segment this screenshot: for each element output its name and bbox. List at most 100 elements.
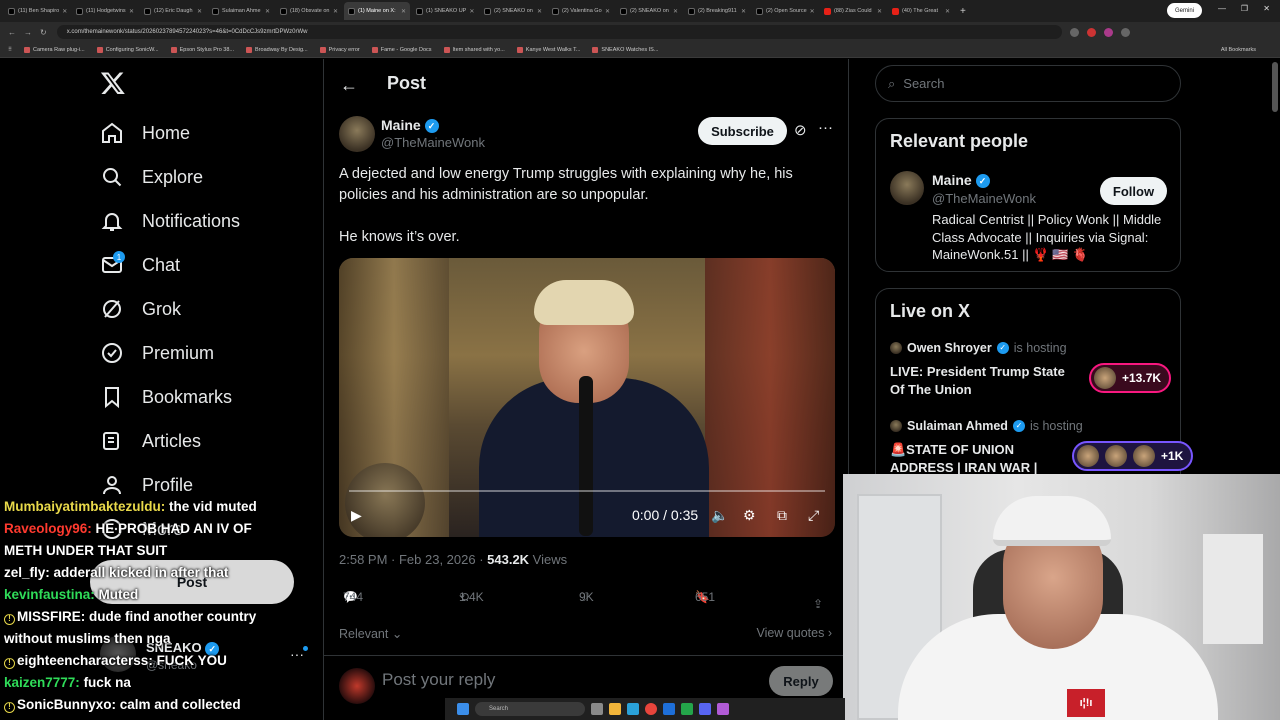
person-handle[interactable]: @TheMaineWonk — [932, 191, 1036, 206]
live-title[interactable]: 🚨STATE OF UNION ADDRESS | IRAN WAR | — [890, 441, 1075, 476]
bookmark-item[interactable]: Broadway By Desig... — [246, 46, 308, 53]
person-name-row[interactable]: Maine ✓ — [932, 172, 990, 189]
app-icon[interactable] — [663, 703, 675, 715]
share-icon[interactable]: ⇪ — [813, 597, 823, 611]
my-avatar[interactable] — [339, 668, 375, 704]
follow-button[interactable]: Follow — [1100, 177, 1167, 205]
close-tab-icon[interactable]: ✕ — [469, 8, 474, 15]
close-tab-icon[interactable]: ✕ — [197, 8, 202, 15]
nav-item-notifications[interactable]: Notifications — [100, 206, 240, 236]
browser-tab[interactable]: (12) Eric Daugh ✕ — [140, 2, 206, 20]
fullscreen-icon[interactable]: ⤢ — [808, 507, 819, 524]
live-host-name[interactable]: Owen Shroyer — [907, 341, 992, 355]
reply-input[interactable]: Post your reply — [382, 670, 495, 690]
reply-sort-dropdown[interactable]: Relevant ⌄ — [339, 626, 402, 641]
close-tab-icon[interactable]: ✕ — [401, 8, 406, 15]
start-icon[interactable] — [457, 703, 469, 715]
all-bookmarks[interactable]: All Bookmarks — [1221, 47, 1256, 53]
browser-tab[interactable]: (2) SNEAKO on ✕ — [616, 2, 682, 20]
taskbar-search[interactable]: Search — [475, 702, 585, 716]
live-listeners-pill[interactable]: +1K — [1072, 441, 1194, 471]
browser-tab[interactable]: (2) SNEAKO on ✕ — [480, 2, 546, 20]
browser-tab[interactable]: (11) Ben Shapiro ✕ — [4, 2, 70, 20]
author-name[interactable]: Maine — [381, 117, 421, 133]
live-listeners-pill[interactable]: +13.7K — [1089, 363, 1172, 393]
video-player[interactable]: ▶ 0:00 / 0:35 🔈 ⚙ ⧉ ⤢ — [339, 258, 835, 537]
volume-icon[interactable]: 🔈 — [711, 507, 728, 524]
bookmark-item[interactable]: Item shared with yo... — [443, 46, 505, 53]
person-name[interactable]: Maine — [932, 172, 972, 188]
minimize-icon[interactable]: — — [1218, 4, 1226, 13]
explorer-icon[interactable] — [609, 703, 621, 715]
extension-icon[interactable] — [1086, 27, 1096, 37]
maximize-icon[interactable]: ❐ — [1241, 4, 1248, 13]
app-icon[interactable] — [717, 703, 729, 715]
person-avatar[interactable] — [890, 171, 924, 205]
pip-icon[interactable]: ⧉ — [777, 507, 787, 524]
browser-tab[interactable]: (2) Breaking911 ✕ — [684, 2, 750, 20]
extension-icon[interactable] — [1069, 27, 1079, 37]
browser-tab[interactable]: (18) Obsvate on ✕ — [276, 2, 342, 20]
bookmark-item[interactable]: Fame - Google Docs — [371, 46, 432, 53]
bookmark-item[interactable]: Privacy error — [319, 46, 360, 53]
close-tab-icon[interactable]: ✕ — [741, 8, 746, 15]
profile-avatar-icon[interactable] — [1103, 27, 1113, 37]
browser-tab[interactable]: (88) Zias Could ✕ — [820, 2, 886, 20]
settings-icon[interactable]: ⚙ — [743, 507, 756, 524]
nav-item-bookmarks[interactable]: Bookmarks — [100, 382, 232, 412]
taskview-icon[interactable] — [591, 703, 603, 715]
browser-tab[interactable]: (1) Maine on X: ✕ — [344, 2, 410, 20]
reply-button[interactable]: Reply — [769, 666, 833, 696]
xbox-icon[interactable] — [681, 703, 693, 715]
reload-icon[interactable]: ↻ — [40, 28, 47, 37]
close-tab-icon[interactable]: ✕ — [810, 8, 815, 15]
more-options-icon[interactable]: ··· — [818, 119, 833, 136]
close-tab-icon[interactable]: ✕ — [333, 8, 338, 15]
grok-icon[interactable]: ⊘ — [794, 121, 807, 139]
post-timestamp[interactable]: 2:58 PM · Feb 23, 2026 · — [339, 552, 487, 567]
x-logo-icon[interactable] — [100, 70, 126, 96]
close-tab-icon[interactable]: ✕ — [129, 8, 134, 15]
browser-tab[interactable]: Sulaiman Ahme ✕ — [208, 2, 274, 20]
page-scrollbar[interactable] — [1272, 62, 1278, 112]
browser-tab[interactable]: (2) Valentina Go ✕ — [548, 2, 614, 20]
url-input[interactable]: x.com/themainewonk/status/20260237894572… — [56, 25, 1062, 39]
subscribe-button[interactable]: Subscribe — [698, 117, 787, 145]
browser-tab[interactable]: (40) The Great ✕ — [888, 2, 954, 20]
close-tab-icon[interactable]: ✕ — [673, 8, 678, 15]
bookmark-item[interactable]: Epson Stylus Pro 38... — [170, 46, 234, 53]
browser-tab[interactable]: (2) Open Source ✕ — [752, 2, 818, 20]
bookmark-item[interactable]: Kanye West Walks T... — [516, 46, 580, 53]
close-tab-icon[interactable]: ✕ — [265, 8, 270, 15]
bookmark-item[interactable]: Configuring SonicW... — [96, 46, 159, 53]
close-tab-icon[interactable]: ✕ — [945, 8, 950, 15]
nav-item-articles[interactable]: Articles — [100, 426, 201, 456]
search-input[interactable]: ⌕ Search — [875, 65, 1181, 102]
back-icon[interactable]: ← — [8, 28, 16, 37]
gemini-button[interactable]: Gemini — [1166, 3, 1202, 18]
nav-item-chat[interactable]: 1 Chat — [100, 250, 180, 280]
apps-icon[interactable]: ⠿ — [8, 47, 12, 53]
play-icon[interactable]: ▶ — [351, 507, 362, 524]
nav-item-premium[interactable]: Premium — [100, 338, 214, 368]
forward-icon[interactable]: → — [24, 28, 32, 37]
author-handle[interactable]: @TheMaineWonk — [381, 135, 485, 150]
chrome-icon[interactable] — [645, 703, 657, 715]
edge-icon[interactable] — [627, 703, 639, 715]
view-quotes-link[interactable]: View quotes › — [756, 626, 832, 640]
browser-tab[interactable]: (11) Hodgetwins ✕ — [72, 2, 138, 20]
video-progress-bar[interactable] — [349, 490, 825, 492]
close-tab-icon[interactable]: ✕ — [62, 8, 67, 15]
author-name-row[interactable]: Maine ✓ — [381, 117, 439, 134]
live-title[interactable]: LIVE: President Trump State Of The Union — [890, 363, 1075, 398]
live-host-name[interactable]: Sulaiman Ahmed — [907, 419, 1008, 433]
browser-tab[interactable]: (1) SNEAKO UP ✕ — [412, 2, 478, 20]
discord-icon[interactable] — [699, 703, 711, 715]
new-tab-icon[interactable]: + — [960, 6, 966, 17]
menu-icon[interactable] — [1120, 27, 1130, 37]
nav-item-explore[interactable]: Explore — [100, 162, 203, 192]
author-avatar[interactable] — [339, 116, 375, 152]
close-window-icon[interactable]: ✕ — [1263, 4, 1270, 13]
close-tab-icon[interactable]: ✕ — [605, 8, 610, 15]
close-tab-icon[interactable]: ✕ — [537, 8, 542, 15]
